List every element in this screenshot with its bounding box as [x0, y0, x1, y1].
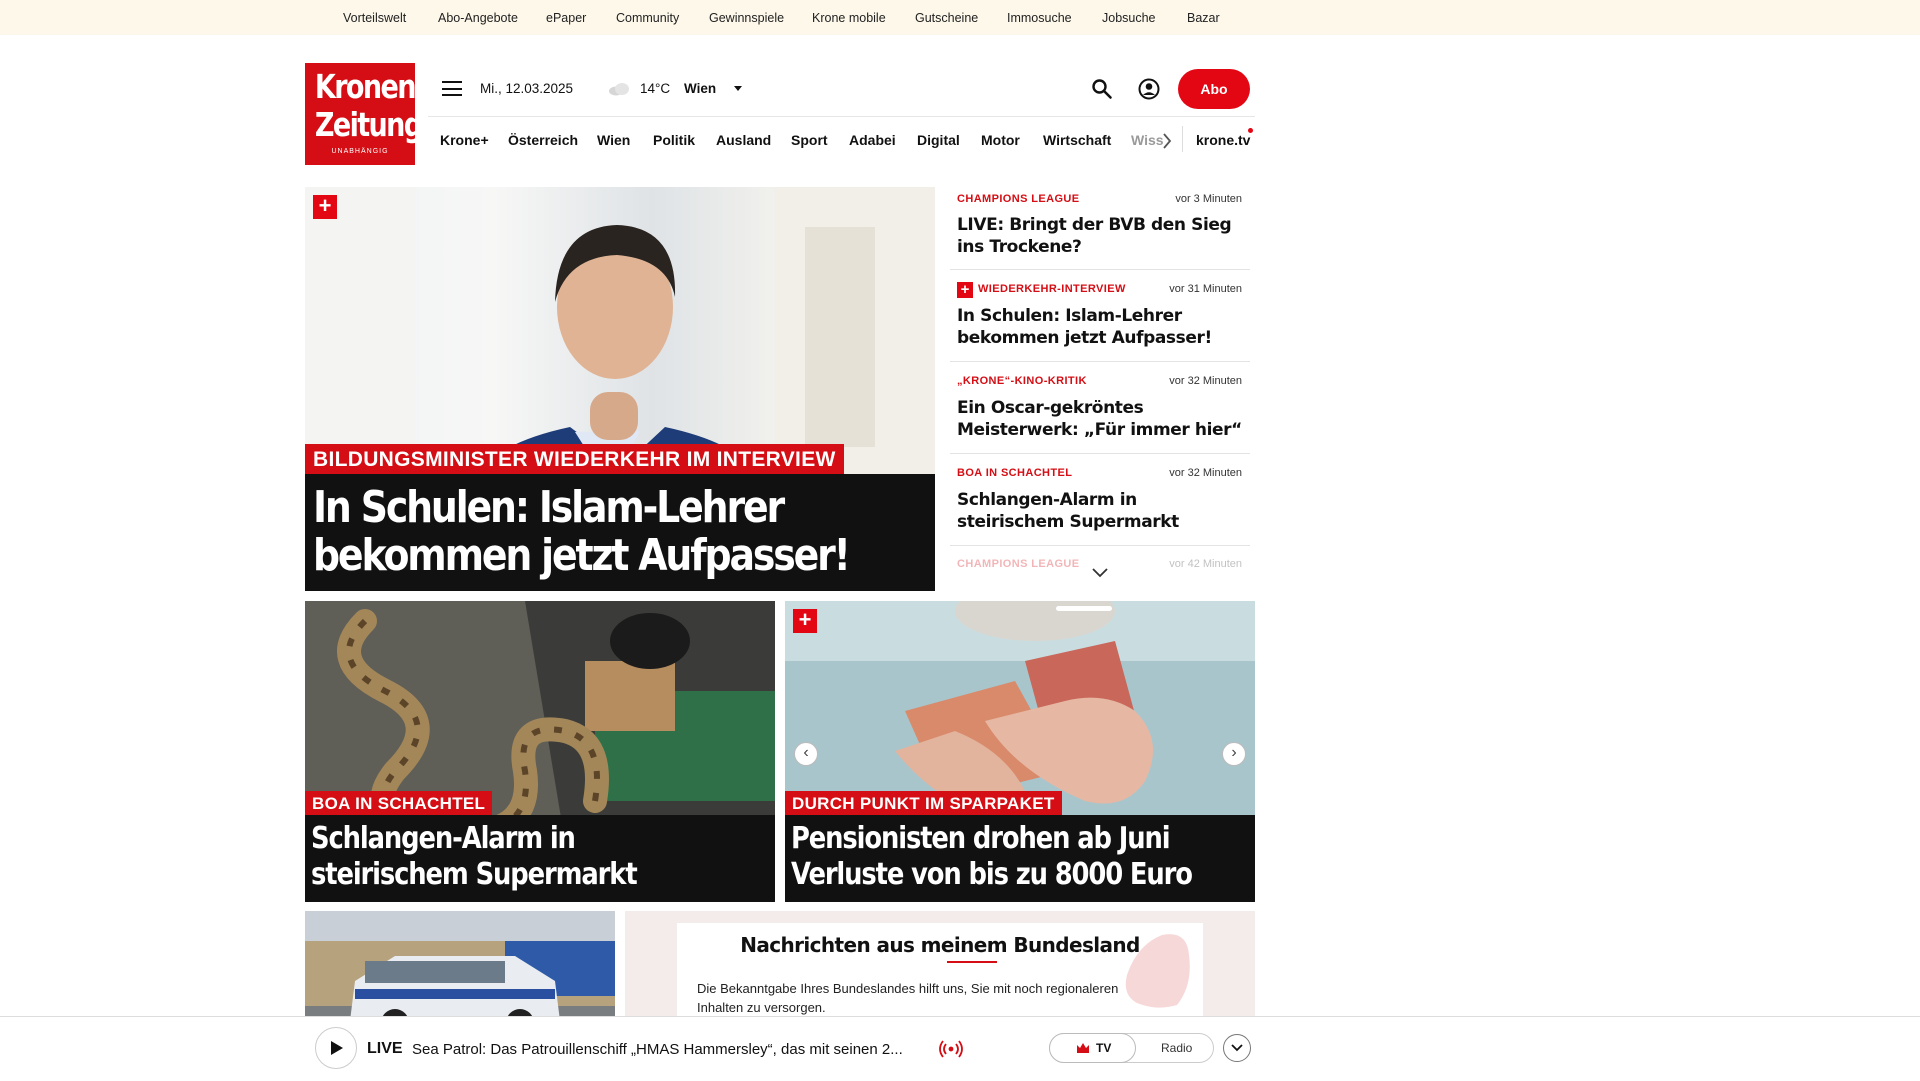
carousel-next-icon[interactable]: ›: [1222, 742, 1246, 766]
news-time: vor 32 Minuten: [1169, 375, 1242, 387]
logo-tagline: UNABHÄNGIG: [331, 148, 389, 155]
news-time: vor 32 Minuten: [1169, 467, 1242, 479]
nav-item-wirtschaft[interactable]: Wirtschaft: [1043, 132, 1111, 148]
tile-headline-line-2: Verluste von bis zu 8000 Euro: [791, 857, 1193, 892]
hero-kicker: BILDUNGSMINISTER WIEDERKEHR IM INTERVIEW: [305, 444, 844, 474]
nav-item-wissen[interactable]: Wiss: [1131, 132, 1164, 148]
nav-item-digital[interactable]: Digital: [917, 132, 960, 148]
tile-kicker: DURCH PUNKT IM SPARPAKET: [785, 791, 1062, 815]
nav-item-ausland[interactable]: Ausland: [716, 132, 771, 148]
topbar-link-gutscheine[interactable]: Gutscheine: [915, 11, 978, 25]
logo-line-1: Kronen: [314, 67, 417, 106]
hero-headline-line-2: bekommen jetzt Aufpasser!: [313, 530, 851, 581]
news-title: In Schulen: Islam-Lehrer bekommen jetzt …: [957, 306, 1212, 348]
player-expand-button[interactable]: [1223, 1034, 1251, 1062]
news-title: Ein Oscar-gekröntes Meisterwerk: „Für im…: [957, 398, 1242, 440]
carousel-prev-icon[interactable]: ‹: [794, 742, 818, 766]
topbar-link-community[interactable]: Community: [616, 11, 679, 25]
cloud-icon: [609, 83, 629, 96]
chevron-down-icon: [1231, 1044, 1243, 1052]
topbar-link-epaper[interactable]: ePaper: [546, 11, 586, 25]
article-tile-pension[interactable]: + ‹ › DURCH PUNKT IM SPARPAKET Pensionis…: [785, 601, 1255, 902]
news-list-item[interactable]: „KRONE“-KINO-KRITIK vor 32 Minuten Ein O…: [950, 362, 1250, 454]
nav-divider: [428, 116, 1255, 117]
bundesland-title: Nachrichten aus meinem Bundesland: [740, 933, 1140, 957]
nav-item-krone-tv[interactable]: krone.tv: [1196, 132, 1250, 148]
nav-item-sport[interactable]: Sport: [791, 132, 828, 148]
news-kicker: WIEDERKEHR-INTERVIEW: [978, 283, 1126, 295]
user-account-icon[interactable]: [1138, 78, 1160, 100]
broadcast-icon: [939, 1040, 963, 1058]
news-kicker: CHAMPIONS LEAGUE: [957, 193, 1080, 205]
kronen-zeitung-logo[interactable]: Kronen Zeitung UNABHÄNGIG: [305, 63, 423, 165]
tile-kicker: BOA IN SCHACHTEL: [305, 791, 493, 815]
topbar-link-krone-mobile[interactable]: Krone mobile: [812, 11, 886, 25]
live-player-bar: LIVE Sea Patrol: Das Patrouillenschiff „…: [0, 1016, 1920, 1081]
play-button[interactable]: [315, 1027, 357, 1069]
header-location[interactable]: Wien: [684, 81, 716, 96]
tile-headline: Pensionisten drohen ab Juni Verluste von…: [785, 815, 1255, 902]
live-label: LIVE: [367, 1040, 403, 1057]
news-list-item[interactable]: CHAMPIONS LEAGUE vor 3 Minuten LIVE: Bri…: [950, 187, 1250, 270]
header-temperature: 14°C: [640, 81, 671, 96]
bundesland-card[interactable]: Nachrichten aus meinem Bundesland Die Be…: [677, 923, 1203, 1023]
krone-plus-badge: +: [313, 195, 337, 219]
title-underline: [947, 961, 997, 963]
play-icon: [331, 1041, 343, 1055]
article-tile-snake[interactable]: BOA IN SCHACHTEL Schlangen-Alarm in stei…: [305, 601, 775, 902]
tile-headline-line-1: Schlangen-Alarm in: [311, 821, 576, 856]
news-title: Schlangen-Alarm in steirischem Supermark…: [957, 490, 1179, 532]
news-list-item[interactable]: BOA IN SCHACHTEL vor 32 Minuten Schlange…: [950, 454, 1250, 546]
news-list-item[interactable]: + WIEDERKEHR-INTERVIEW vor 31 Minuten In…: [950, 270, 1250, 362]
logo-line-2: Zeitung: [314, 105, 423, 144]
nav-item-motor[interactable]: Motor: [981, 132, 1020, 148]
crown-icon: [1077, 1043, 1089, 1053]
topbar-link-bazar[interactable]: Bazar: [1187, 11, 1220, 25]
radio-label[interactable]: Radio: [1161, 1041, 1192, 1055]
hero-headline-line-1: In Schulen: Islam-Lehrer: [313, 482, 785, 533]
topbar-link-gewinnspiele[interactable]: Gewinnspiele: [709, 11, 784, 25]
carousel-indicator: [1056, 606, 1112, 611]
krone-plus-badge: +: [957, 282, 973, 298]
topbar-link-vorteilswelt[interactable]: Vorteilswelt: [343, 11, 406, 25]
abo-button[interactable]: Abo: [1178, 69, 1250, 109]
topbar-link-abo-angebote[interactable]: Abo-Angebote: [438, 11, 518, 25]
menu-icon[interactable]: [442, 81, 462, 97]
hero-headline-box: In Schulen: Islam-Lehrer bekommen jetzt …: [305, 474, 935, 591]
chevron-down-icon[interactable]: [733, 85, 743, 92]
nav-item-politik[interactable]: Politik: [653, 132, 695, 148]
player-title[interactable]: Sea Patrol: Das Patrouillenschiff „HMAS …: [412, 1041, 932, 1058]
tile-headline-line-1: Pensionisten drohen ab Juni: [791, 821, 1171, 856]
header-date: Mi., 12.03.2025: [480, 81, 574, 96]
expand-list-icon[interactable]: [1091, 567, 1109, 579]
tile-headline: Schlangen-Alarm in steirischem Supermark…: [305, 815, 775, 902]
news-title: LIVE: Bringt der BVB den Sieg ins Trocke…: [957, 215, 1232, 257]
nav-item-oesterreich[interactable]: Österreich: [508, 132, 578, 148]
tile-headline-line-2: steirischem Supermarkt: [311, 857, 638, 892]
news-kicker: CHAMPIONS LEAGUE: [957, 558, 1080, 570]
nav-item-wien[interactable]: Wien: [597, 132, 630, 148]
nav-scroll-right-icon[interactable]: [1162, 132, 1172, 150]
news-kicker: BOA IN SCHACHTEL: [957, 467, 1073, 479]
live-dot: [1248, 128, 1253, 133]
tv-radio-toggle[interactable]: TV Radio: [1049, 1033, 1214, 1063]
nav-separator: [1182, 126, 1183, 152]
bundesland-text: Die Bekanntgabe Ihres Bundeslandes hilft…: [697, 981, 1119, 1015]
nav-item-krone-plus[interactable]: Krone+: [440, 132, 489, 148]
news-time: vor 3 Minuten: [1175, 193, 1242, 205]
news-time: vor 42 Minuten: [1169, 558, 1242, 570]
tv-label: TV: [1096, 1041, 1112, 1055]
top-utility-bar: Vorteilswelt Abo-Angebote ePaper Communi…: [0, 0, 1920, 35]
search-icon[interactable]: [1091, 78, 1113, 100]
krone-plus-badge: +: [793, 609, 817, 633]
hero-article[interactable]: + BILDUNGSMINISTER WIEDERKEHR IM INTERVI…: [305, 187, 935, 591]
news-time: vor 31 Minuten: [1169, 283, 1242, 295]
topbar-link-immosuche[interactable]: Immosuche: [1007, 11, 1072, 25]
nav-item-adabei[interactable]: Adabei: [849, 132, 896, 148]
topbar-link-jobsuche[interactable]: Jobsuche: [1102, 11, 1156, 25]
news-kicker: „KRONE“-KINO-KRITIK: [957, 375, 1087, 387]
toggle-tv-option[interactable]: TV: [1049, 1033, 1136, 1063]
